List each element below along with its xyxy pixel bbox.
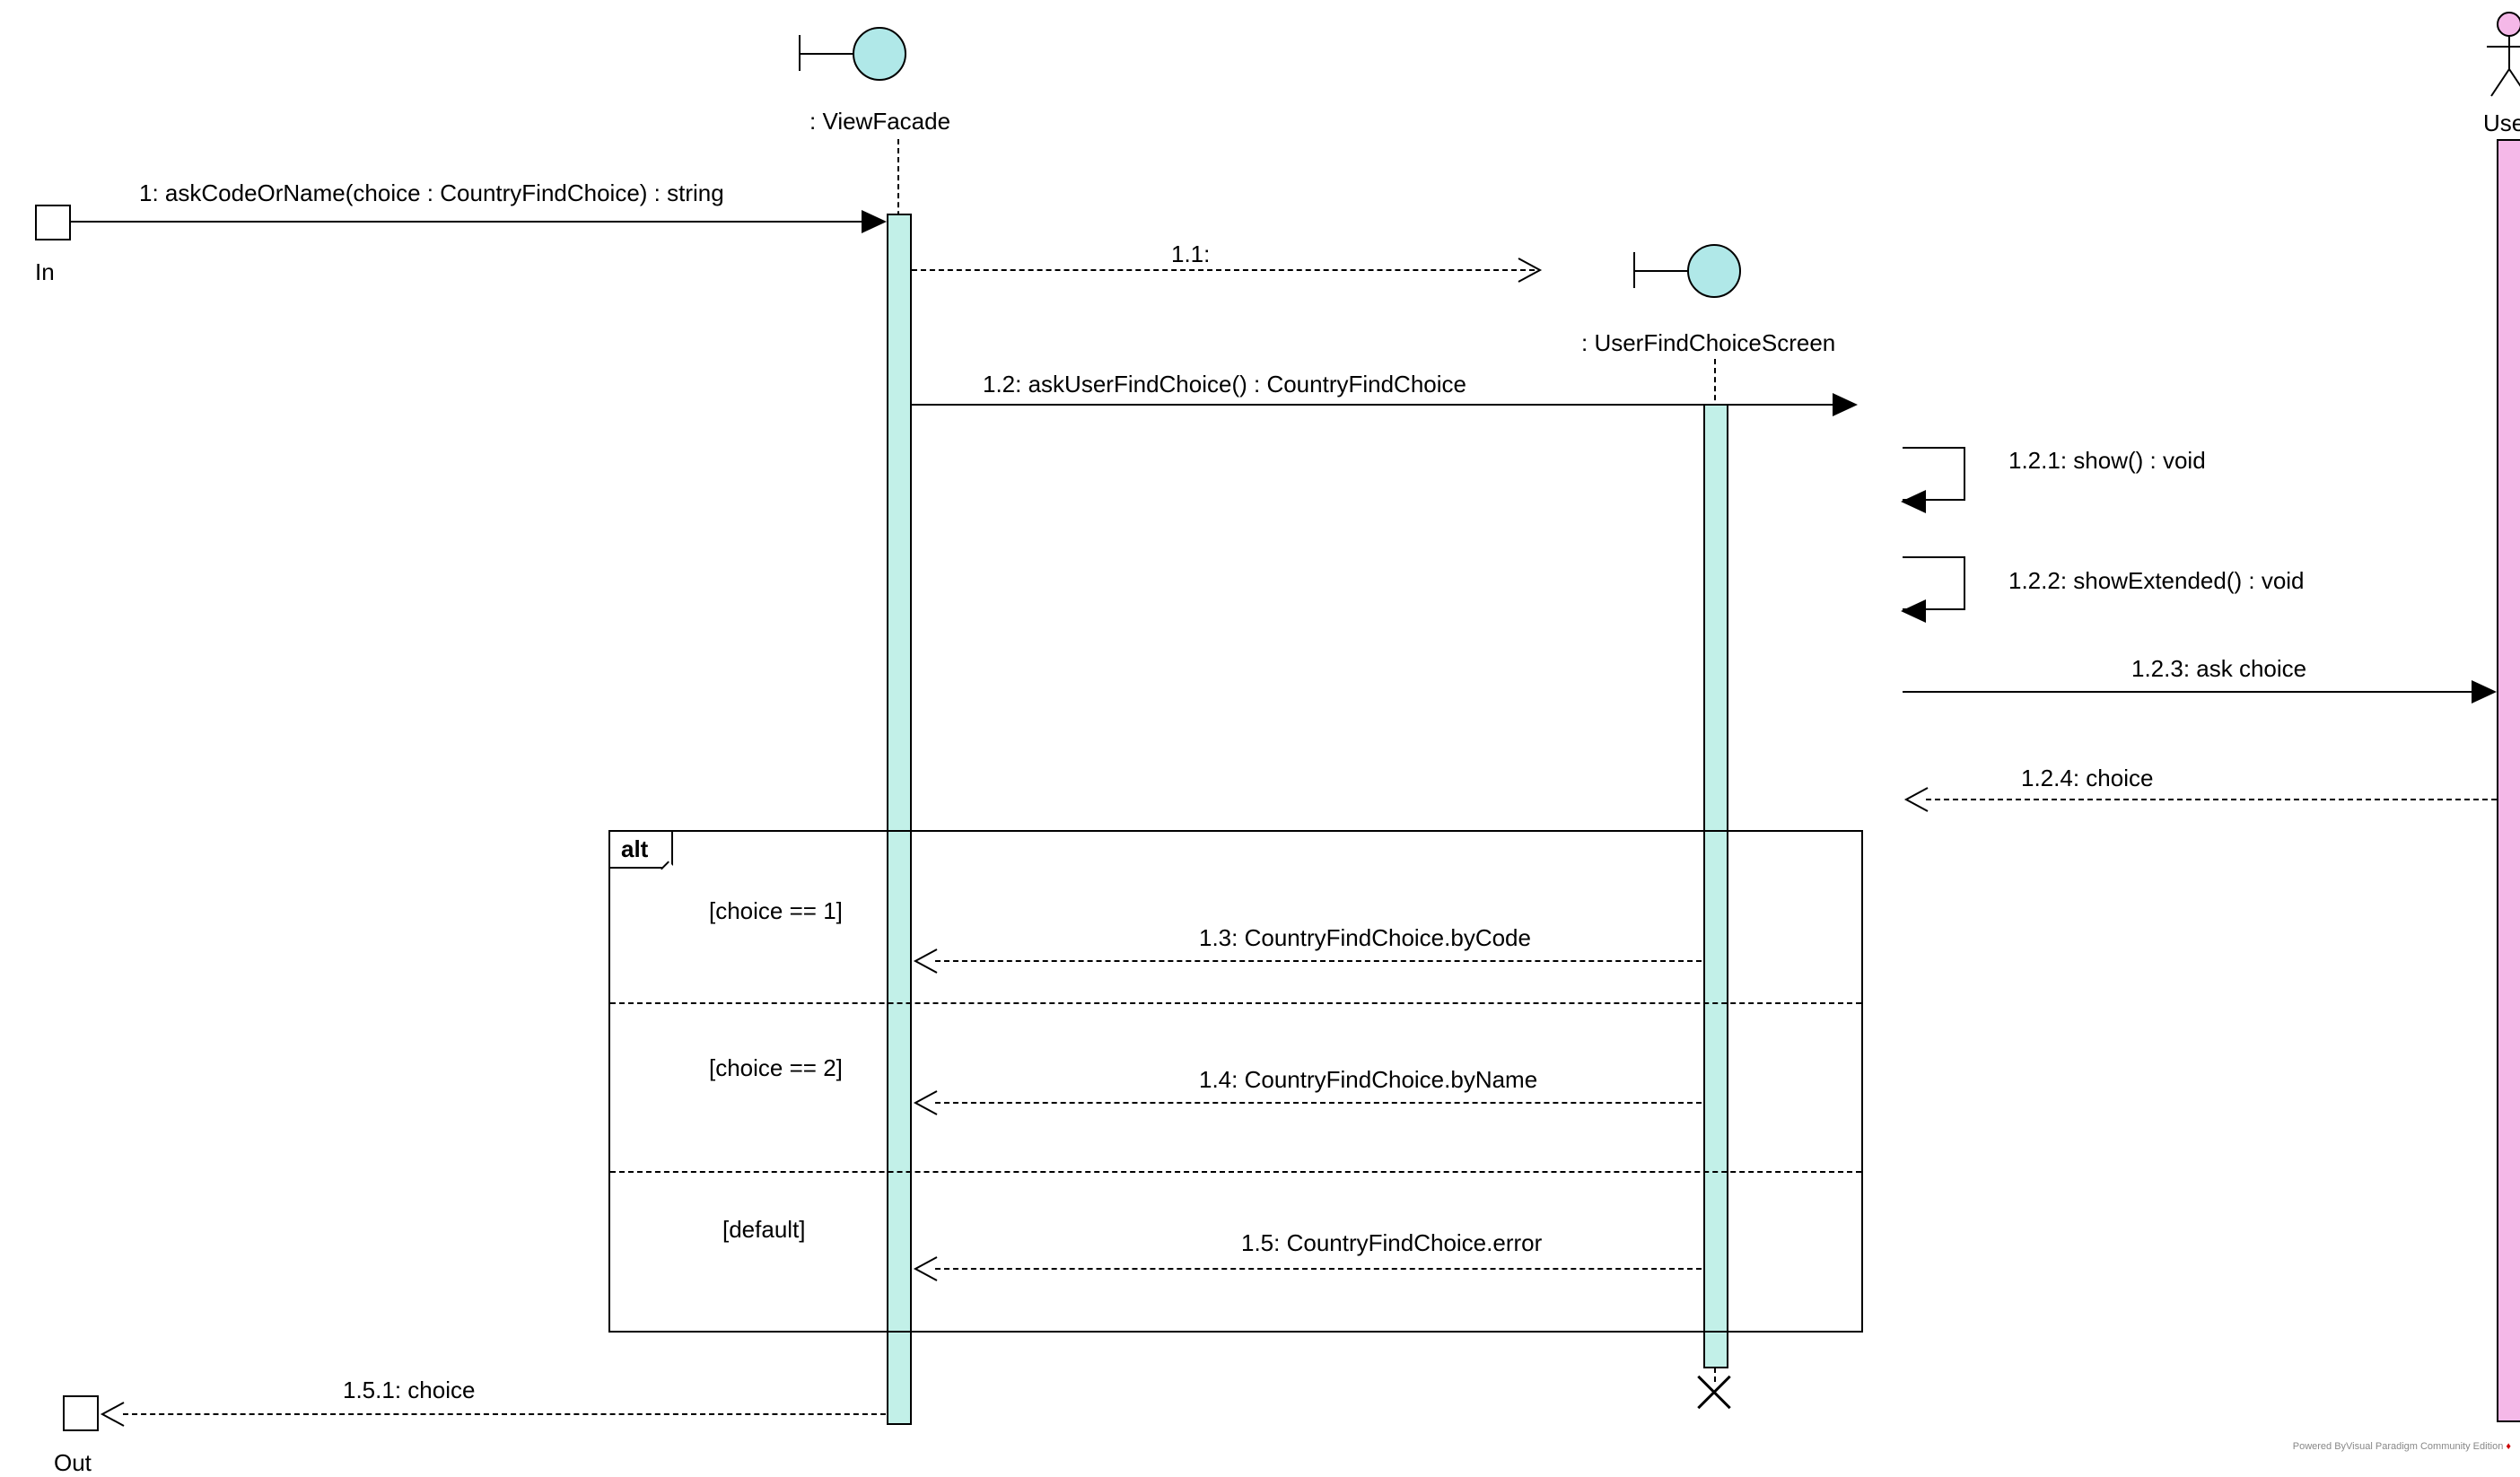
msg1-2-3-label: 1.2.3: ask choice — [2131, 655, 2306, 683]
msg1-label: 1: askCodeOrName(choice : CountryFindCho… — [139, 179, 724, 207]
msg1-1-arrowhead-icon — [1517, 257, 1544, 284]
msg1-2-1-label: 1.2.1: show() : void — [2008, 447, 2206, 475]
msg1-5-1-arrowhead-icon — [99, 1401, 126, 1428]
msg1-4-label: 1.4: CountryFindChoice.byName — [1199, 1066, 1537, 1094]
userfindchoice-destroy-icon — [1692, 1368, 1737, 1413]
user-actor-icon — [2482, 11, 2520, 107]
user-activation — [2497, 139, 2520, 1422]
out-gate-label: Out — [54, 1449, 92, 1477]
watermark-text: Powered ByVisual Paradigm Community Edit… — [2293, 1441, 2504, 1452]
out-gate — [63, 1395, 99, 1431]
msg1-1-arrow — [912, 269, 1535, 271]
msg1-5-label: 1.5: CountryFindChoice.error — [1241, 1229, 1542, 1257]
msg1-2-2-label: 1.2.2: showExtended() : void — [2008, 567, 2305, 595]
msg1-5-1-label: 1.5.1: choice — [343, 1376, 475, 1404]
msg1-5-arrowhead-icon — [912, 1255, 939, 1282]
msg1-2-3-arrowhead-icon — [2472, 680, 2497, 704]
watermark-icon: ♦ — [2506, 1441, 2511, 1452]
msg1-3-arrowhead-icon — [912, 948, 939, 974]
alt-label-text: alt — [621, 835, 648, 862]
msg1-4-arrowhead-icon — [912, 1089, 939, 1116]
userfindchoice-label: : UserFindChoiceScreen — [1581, 329, 1835, 357]
in-gate-label: In — [35, 258, 55, 286]
viewfacade-label: : ViewFacade — [809, 108, 950, 135]
user-label: User — [2483, 109, 2520, 137]
in-gate — [35, 205, 71, 240]
msg1-4-arrow — [935, 1102, 1702, 1104]
alt-frame-label: alt — [610, 832, 673, 869]
alt-divider-1 — [610, 1002, 1861, 1004]
userfindchoice-lifeline-head — [1633, 244, 1741, 298]
msg1-2-3-arrow — [1903, 691, 2493, 693]
msg1-2-arrow — [912, 404, 1854, 406]
msg1-5-1-arrow — [123, 1413, 886, 1415]
guard-1: [choice == 1] — [709, 897, 843, 925]
alt-divider-2 — [610, 1171, 1861, 1173]
msg1-2-4-label: 1.2.4: choice — [2021, 765, 2153, 792]
msg1-2-2-arrowhead-icon — [1901, 599, 1926, 623]
msg1-1-label: 1.1: — [1171, 240, 1210, 268]
msg1-2-arrowhead-icon — [1833, 393, 1858, 416]
guard-3: [default] — [722, 1216, 806, 1244]
msg1-3-label: 1.3: CountryFindChoice.byCode — [1199, 924, 1531, 952]
guard-2: [choice == 2] — [709, 1054, 843, 1082]
msg1-2-1-arrowhead-icon — [1901, 490, 1926, 513]
msg1-arrow — [71, 221, 879, 223]
msg1-arrowhead-icon — [862, 210, 887, 233]
watermark: Powered ByVisual Paradigm Community Edit… — [2293, 1441, 2511, 1452]
viewfacade-lifeline-head — [799, 27, 906, 81]
msg1-5-arrow — [935, 1268, 1702, 1270]
msg1-2-label: 1.2: askUserFindChoice() : CountryFindCh… — [983, 371, 1466, 398]
msg1-3-arrow — [935, 960, 1702, 962]
msg1-2-4-arrow — [1926, 799, 2497, 800]
msg1-2-4-arrowhead-icon — [1903, 786, 1929, 813]
